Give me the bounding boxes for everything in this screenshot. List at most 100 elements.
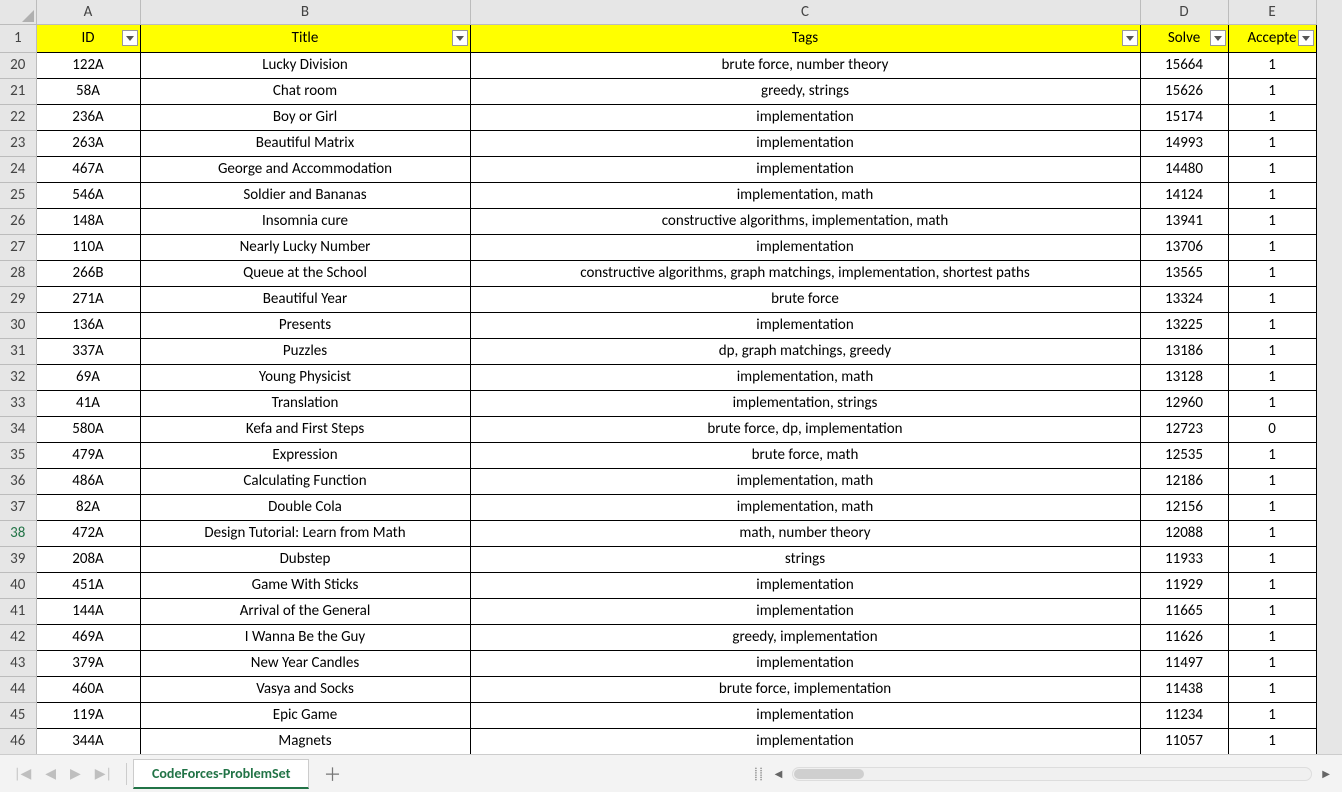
cell[interactable]: Magnets xyxy=(140,728,470,754)
cell[interactable]: 486A xyxy=(36,468,140,494)
col-header-D[interactable]: D xyxy=(1140,0,1228,24)
row-header[interactable]: 21 xyxy=(0,78,36,104)
filter-dropdown-icon[interactable] xyxy=(452,30,468,46)
scroll-left-icon[interactable]: ◀ xyxy=(775,767,783,780)
cell[interactable]: Soldier and Bananas xyxy=(140,182,470,208)
cell[interactable]: Translation xyxy=(140,390,470,416)
col-header-E[interactable]: E xyxy=(1228,0,1316,24)
row-header[interactable]: 35 xyxy=(0,442,36,468)
cell[interactable]: 1 xyxy=(1228,650,1316,676)
cell[interactable]: brute force, implementation xyxy=(470,676,1140,702)
cell[interactable]: Design Tutorial: Learn from Math xyxy=(140,520,470,546)
cell[interactable]: brute force, math xyxy=(470,442,1140,468)
cell[interactable]: 1 xyxy=(1228,130,1316,156)
cell[interactable]: Beautiful Year xyxy=(140,286,470,312)
row-header[interactable]: 33 xyxy=(0,390,36,416)
cell[interactable]: I Wanna Be the Guy xyxy=(140,624,470,650)
header-tags[interactable]: Tags xyxy=(470,24,1140,52)
cell[interactable]: New Year Candles xyxy=(140,650,470,676)
sheet-nav-prev-icon[interactable]: ◀ xyxy=(45,765,56,782)
scroll-right-icon[interactable]: ▶ xyxy=(1322,767,1330,780)
cell[interactable]: 11626 xyxy=(1140,624,1228,650)
cell[interactable]: 1 xyxy=(1228,234,1316,260)
cell[interactable]: 11933 xyxy=(1140,546,1228,572)
cell[interactable]: Game With Sticks xyxy=(140,572,470,598)
cell[interactable]: brute force, dp, implementation xyxy=(470,416,1140,442)
cell[interactable]: Boy or Girl xyxy=(140,104,470,130)
row-header[interactable]: 37 xyxy=(0,494,36,520)
cell[interactable]: 1 xyxy=(1228,702,1316,728)
cell[interactable]: implementation, math xyxy=(470,182,1140,208)
cell[interactable]: Vasya and Socks xyxy=(140,676,470,702)
row-header[interactable]: 29 xyxy=(0,286,36,312)
cell[interactable]: 11497 xyxy=(1140,650,1228,676)
cell[interactable]: 460A xyxy=(36,676,140,702)
cell[interactable]: 82A xyxy=(36,494,140,520)
cell[interactable]: Dubstep xyxy=(140,546,470,572)
cell[interactable]: 12088 xyxy=(1140,520,1228,546)
col-header-C[interactable]: C xyxy=(470,0,1140,24)
sheet-tab-active[interactable]: CodeForces-ProblemSet xyxy=(133,759,309,789)
cell[interactable]: 13565 xyxy=(1140,260,1228,286)
row-header[interactable]: 26 xyxy=(0,208,36,234)
cell[interactable]: 119A xyxy=(36,702,140,728)
row-header[interactable]: 41 xyxy=(0,598,36,624)
cell[interactable]: 41A xyxy=(36,390,140,416)
cell[interactable]: 11665 xyxy=(1140,598,1228,624)
cell[interactable]: implementation xyxy=(470,650,1140,676)
cell[interactable]: 0 xyxy=(1228,416,1316,442)
cell[interactable]: 14993 xyxy=(1140,130,1228,156)
row-header[interactable]: 30 xyxy=(0,312,36,338)
cell[interactable]: 12535 xyxy=(1140,442,1228,468)
cell[interactable]: 1 xyxy=(1228,546,1316,572)
cell[interactable]: 1 xyxy=(1228,364,1316,390)
cell[interactable]: implementation xyxy=(470,234,1140,260)
header-solved[interactable]: Solve xyxy=(1140,24,1228,52)
cell[interactable]: Chat room xyxy=(140,78,470,104)
cell[interactable]: 12186 xyxy=(1140,468,1228,494)
row-header[interactable]: 27 xyxy=(0,234,36,260)
cell[interactable]: 467A xyxy=(36,156,140,182)
cell[interactable]: implementation, math xyxy=(470,494,1140,520)
cell[interactable]: George and Accommodation xyxy=(140,156,470,182)
sheet-nav-first-icon[interactable]: |◀ xyxy=(14,765,31,782)
cell[interactable]: 1 xyxy=(1228,468,1316,494)
horizontal-scrollbar[interactable] xyxy=(792,767,1312,781)
cell[interactable]: 337A xyxy=(36,338,140,364)
cell[interactable]: 13225 xyxy=(1140,312,1228,338)
cell[interactable]: Calculating Function xyxy=(140,468,470,494)
cell[interactable]: 472A xyxy=(36,520,140,546)
cell[interactable]: 1 xyxy=(1228,286,1316,312)
cell[interactable]: implementation, math xyxy=(470,364,1140,390)
cell[interactable]: 14124 xyxy=(1140,182,1228,208)
cell[interactable]: 1 xyxy=(1228,442,1316,468)
cell[interactable]: 580A xyxy=(36,416,140,442)
cell[interactable]: 13186 xyxy=(1140,338,1228,364)
cell[interactable]: 15174 xyxy=(1140,104,1228,130)
row-header[interactable]: 23 xyxy=(0,130,36,156)
cell[interactable]: 1 xyxy=(1228,728,1316,754)
cell[interactable]: math, number theory xyxy=(470,520,1140,546)
cell[interactable]: 13128 xyxy=(1140,364,1228,390)
cell[interactable]: 379A xyxy=(36,650,140,676)
cell[interactable]: 266B xyxy=(36,260,140,286)
cell[interactable]: Kefa and First Steps xyxy=(140,416,470,442)
cell[interactable]: brute force, number theory xyxy=(470,52,1140,78)
row-header[interactable]: 22 xyxy=(0,104,36,130)
cell[interactable]: 546A xyxy=(36,182,140,208)
cell[interactable]: 1 xyxy=(1228,494,1316,520)
cell[interactable]: 1 xyxy=(1228,312,1316,338)
cell[interactable]: 15664 xyxy=(1140,52,1228,78)
cell[interactable]: 479A xyxy=(36,442,140,468)
cell[interactable]: 1 xyxy=(1228,520,1316,546)
cell[interactable]: 12960 xyxy=(1140,390,1228,416)
row-header[interactable]: 45 xyxy=(0,702,36,728)
cell[interactable]: dp, graph matchings, greedy xyxy=(470,338,1140,364)
filter-dropdown-icon[interactable] xyxy=(1298,30,1314,46)
cell[interactable]: Lucky Division xyxy=(140,52,470,78)
cell[interactable]: 236A xyxy=(36,104,140,130)
cell[interactable]: 1 xyxy=(1228,260,1316,286)
sheet-nav-last-icon[interactable]: ▶| xyxy=(95,765,112,782)
cell[interactable]: 12723 xyxy=(1140,416,1228,442)
cell[interactable]: Young Physicist xyxy=(140,364,470,390)
